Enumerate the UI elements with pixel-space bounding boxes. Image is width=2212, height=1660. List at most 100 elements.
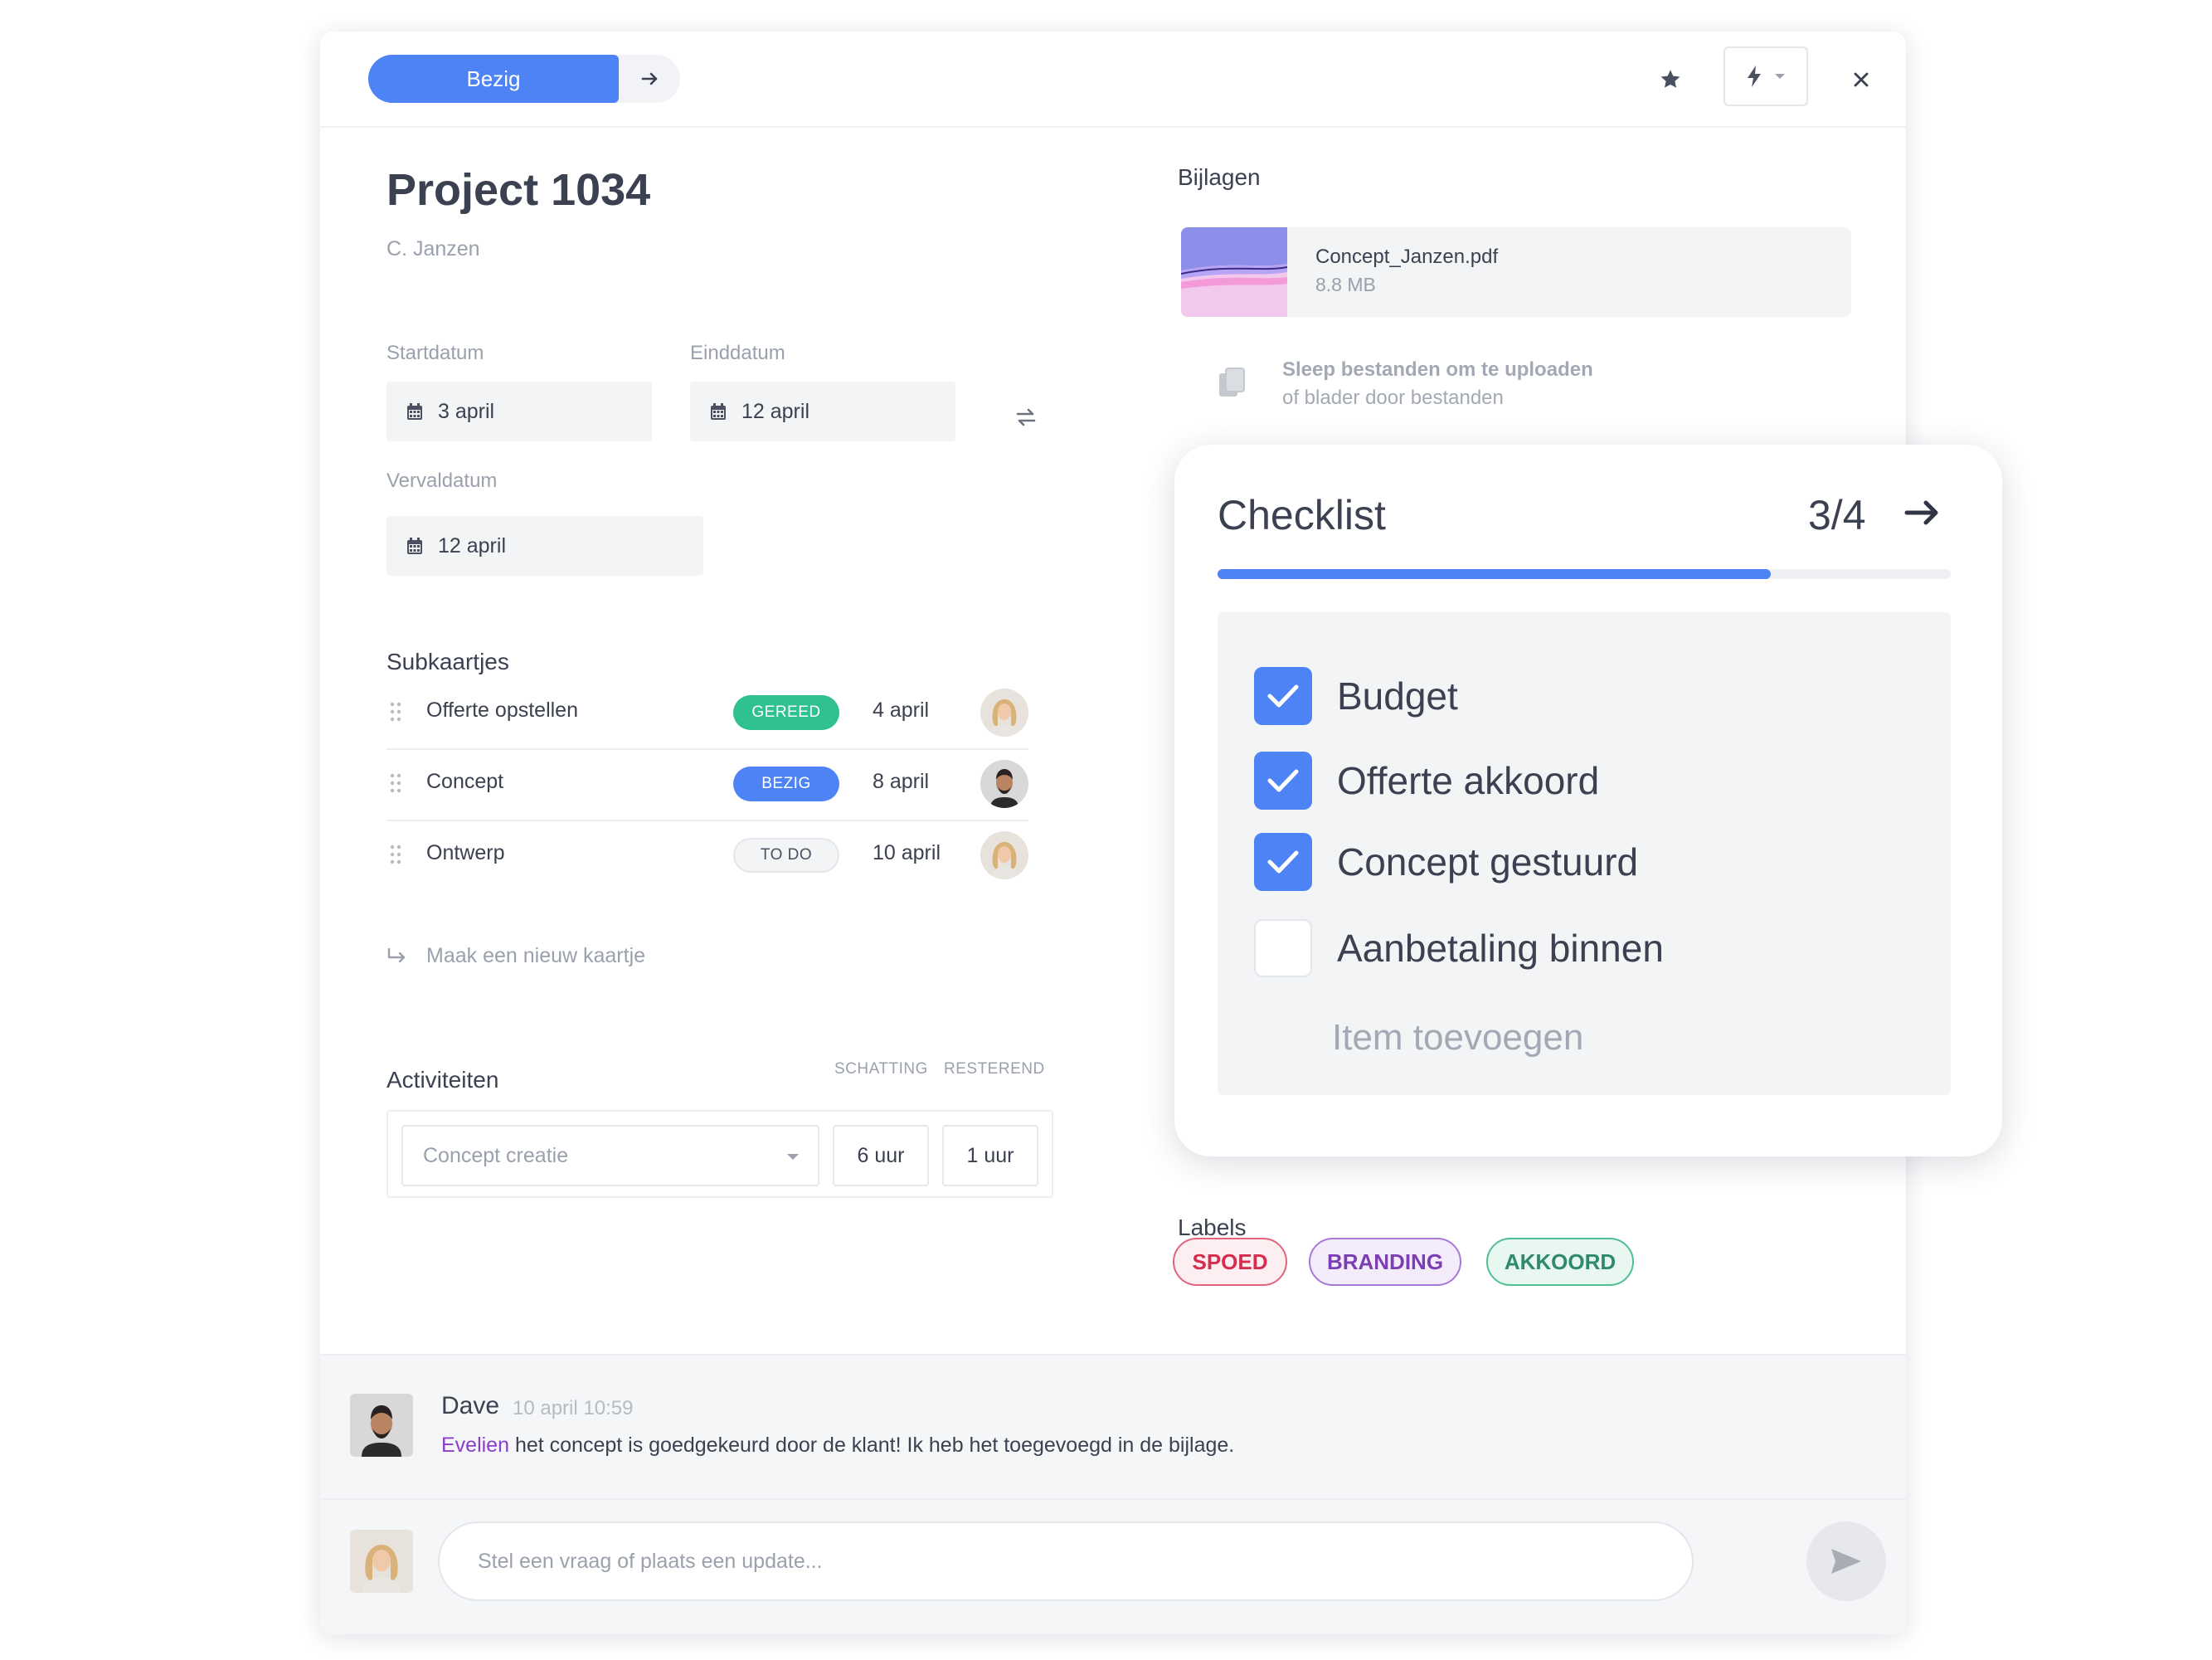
calendar-icon <box>407 403 422 420</box>
status-badge: TO DO <box>733 838 839 873</box>
activity-select[interactable]: Concept creatie <box>401 1125 819 1186</box>
subcards-title: Subkaartjes <box>386 649 509 674</box>
avatar[interactable] <box>980 689 1028 737</box>
label-spoed[interactable]: SPOED <box>1173 1238 1287 1286</box>
start-date-field[interactable]: 3 april <box>386 382 652 441</box>
favorite-button[interactable] <box>1652 61 1689 98</box>
new-subcard-link[interactable]: Maak een nieuw kaartje <box>386 944 645 968</box>
upload-dropzone-title[interactable]: Sleep bestanden om te uploaden <box>1282 358 1593 382</box>
subcard-name: Ontwerp <box>426 841 505 864</box>
drag-handle-icon[interactable] <box>390 702 401 722</box>
subcard-date: 10 april <box>873 841 941 864</box>
attachment-item[interactable]: Concept_Janzen.pdf 8.8 MB <box>1181 227 1851 317</box>
avatar[interactable] <box>980 760 1028 808</box>
checklist-progress-fill <box>1218 569 1772 579</box>
status-badge: BEZIG <box>733 767 839 801</box>
repeat-button[interactable] <box>1005 397 1047 438</box>
new-subcard-label: Maak een nieuw kaartje <box>426 944 646 967</box>
page-title: Project 1034 <box>386 165 651 215</box>
checklist-item-label: Budget <box>1337 674 1458 718</box>
activities-title: Activiteiten <box>386 1067 499 1093</box>
comment-text: het concept is goedgekeurd door de klant… <box>509 1434 1235 1457</box>
checklist-progress <box>1218 569 1951 579</box>
comment-time: 10 april 10:59 <box>513 1397 634 1419</box>
checklist-item[interactable]: Aanbetaling binnen <box>1254 919 1664 977</box>
end-date-field[interactable]: 12 april <box>690 382 955 441</box>
lightning-icon <box>1748 66 1761 87</box>
due-date-value: 12 april <box>438 533 506 557</box>
comment-body: Evelien het concept is goedgekeurd door … <box>441 1434 1234 1458</box>
checklist-item-label: Concept gestuurd <box>1337 840 1639 884</box>
avatar[interactable] <box>980 831 1028 879</box>
checklist-title: Checklist <box>1218 492 1386 538</box>
subcard-date: 4 april <box>873 699 930 722</box>
attachment-size: 8.8 MB <box>1315 274 1376 295</box>
checklist-item[interactable]: Budget <box>1254 667 1458 725</box>
chevron-down-icon <box>1775 74 1785 79</box>
message-input[interactable] <box>438 1521 1694 1601</box>
divider <box>320 1498 1906 1500</box>
check-icon <box>1267 769 1299 792</box>
arrow-right-icon[interactable] <box>1904 498 1942 528</box>
copy-files-icon <box>1219 368 1245 397</box>
checkbox-checked[interactable] <box>1254 833 1312 891</box>
attachments-title: Bijlagen <box>1178 164 1261 190</box>
checkbox-checked[interactable] <box>1254 667 1312 725</box>
subcard-name: Offerte opstellen <box>426 699 578 722</box>
project-owner: C. Janzen <box>386 237 480 260</box>
close-button[interactable] <box>1843 61 1879 98</box>
drag-handle-icon[interactable] <box>390 773 401 793</box>
chevron-down-icon <box>787 1154 799 1160</box>
close-icon <box>1854 72 1869 87</box>
calendar-icon <box>407 538 422 554</box>
end-date-value: 12 april <box>741 399 809 423</box>
label-akkoord[interactable]: AKKOORD <box>1486 1238 1634 1286</box>
arrow-right-icon <box>641 72 658 85</box>
mention-link[interactable]: Evelien <box>441 1434 509 1457</box>
send-icon <box>1831 1549 1861 1574</box>
browse-files-link[interactable]: of blader door bestanden <box>1282 387 1504 410</box>
checkbox-checked[interactable] <box>1254 752 1312 810</box>
checklist-item[interactable]: Offerte akkoord <box>1254 752 1599 810</box>
checkbox-unchecked[interactable] <box>1254 919 1312 977</box>
table-row[interactable]: Offerte opstellen GEREED 4 april <box>386 677 1028 750</box>
checklist-card: Checklist 3/4 Budget Offerte akkoord Con… <box>1174 445 2002 1156</box>
checklist-item-label: Offerte akkoord <box>1337 759 1600 802</box>
check-icon <box>1267 850 1299 874</box>
comment-author: Dave <box>441 1392 500 1419</box>
activity-row: Concept creatie 6 uur 1 uur <box>386 1110 1053 1198</box>
start-date-label: Startdatum <box>386 342 484 364</box>
checklist-item-label: Aanbetaling binnen <box>1337 927 1664 970</box>
start-date-value: 3 april <box>438 399 495 423</box>
estimate-field[interactable]: 6 uur <box>833 1125 929 1186</box>
card-toolbar: Bezig <box>320 32 1906 128</box>
comments-section: Dave 10 april 10:59 Evelien het concept … <box>320 1354 1906 1634</box>
subcard-date: 8 april <box>873 770 930 793</box>
activity-select-value: Concept creatie <box>423 1143 569 1167</box>
calendar-icon <box>711 403 726 420</box>
checklist-item[interactable]: Concept gestuurd <box>1254 833 1638 891</box>
return-arrow-icon <box>387 947 406 962</box>
send-button[interactable] <box>1806 1521 1886 1601</box>
avatar <box>350 1530 413 1593</box>
check-icon <box>1267 684 1299 708</box>
remaining-header: RESTEREND <box>944 1060 1045 1078</box>
table-row[interactable]: Concept BEZIG 8 april <box>386 748 1028 821</box>
pdf-thumbnail <box>1181 227 1287 317</box>
status-badge: GEREED <box>733 695 839 730</box>
label-branding[interactable]: BRANDING <box>1309 1238 1461 1286</box>
status-button[interactable]: Bezig <box>368 55 619 103</box>
next-status-button[interactable] <box>632 55 668 103</box>
estimate-header: SCHATTING <box>834 1060 928 1078</box>
avatar <box>350 1394 413 1457</box>
attachment-name: Concept_Janzen.pdf <box>1315 246 1499 268</box>
checklist-items: Budget Offerte akkoord Concept gestuurd … <box>1218 612 1951 1095</box>
automation-dropdown[interactable] <box>1723 46 1808 106</box>
drag-handle-icon[interactable] <box>390 845 401 864</box>
remaining-field[interactable]: 1 uur <box>942 1125 1038 1186</box>
add-checklist-item[interactable]: Item toevoegen <box>1332 1017 1583 1059</box>
due-date-field[interactable]: 12 april <box>386 516 703 576</box>
star-icon <box>1660 70 1680 88</box>
status-control: Bezig <box>368 55 680 103</box>
table-row[interactable]: Ontwerp TO DO 10 april <box>386 820 1028 891</box>
